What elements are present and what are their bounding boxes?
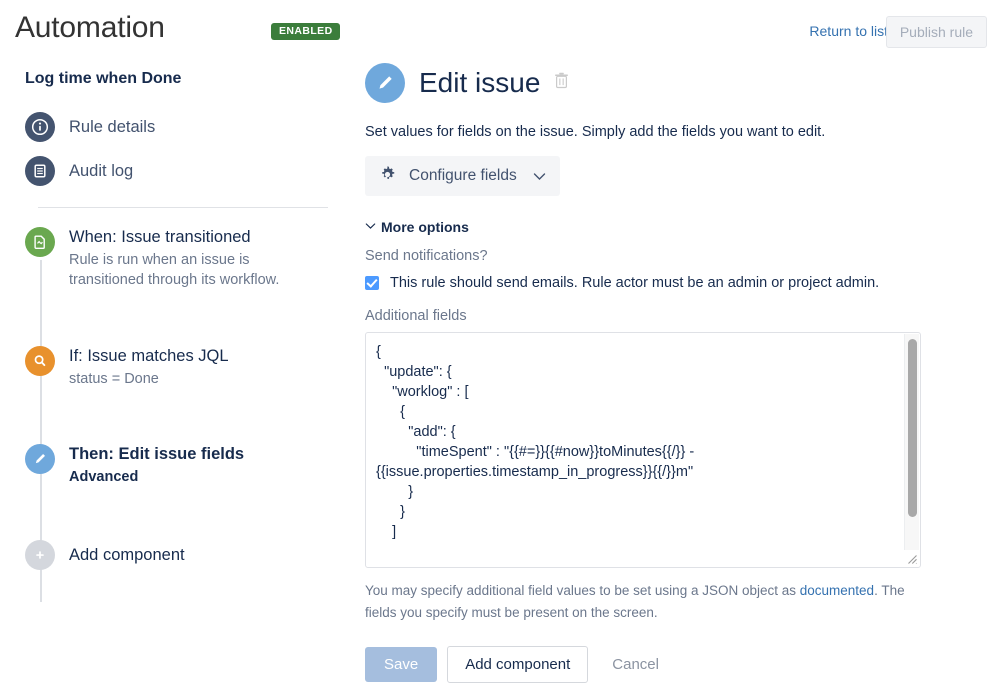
component-title: Then: Edit issue fields <box>69 445 245 463</box>
sidebar-divider <box>38 207 328 208</box>
page-header: Automation ENABLED Return to list Publis… <box>0 0 999 58</box>
trash-icon[interactable] <box>554 72 569 94</box>
configure-fields-label: Configure fields <box>409 167 517 184</box>
documented-link[interactable]: documented <box>800 583 874 598</box>
rule-component-trigger[interactable]: When: Issue transitioned Rule is run whe… <box>25 227 315 290</box>
additional-fields-help: You may specify additional field values … <box>365 580 917 624</box>
action-buttons: Save Add component Cancel <box>365 646 985 683</box>
plus-icon <box>25 540 55 570</box>
component-subtitle: Advanced <box>69 469 139 485</box>
send-emails-label: This rule should send emails. Rule actor… <box>390 275 880 291</box>
add-component-label: Add component <box>69 546 185 564</box>
send-emails-row[interactable]: This rule should send emails. Rule actor… <box>365 274 985 292</box>
panel-title: Edit issue <box>419 67 541 98</box>
sidebar-item-label: Audit log <box>69 161 134 180</box>
add-component-button[interactable]: Add component <box>447 646 589 683</box>
page-title: Automation <box>15 11 165 44</box>
additional-fields-textarea[interactable] <box>366 333 920 567</box>
rule-sidebar: Log time when Done Rule details Audit lo… <box>0 62 345 689</box>
resize-grip-icon[interactable] <box>904 551 918 565</box>
additional-fields-label: Additional fields <box>365 308 467 324</box>
chevron-down-icon <box>533 169 546 184</box>
info-icon <box>25 112 55 142</box>
gear-icon <box>378 165 397 187</box>
search-icon <box>25 346 55 376</box>
component-title: When: Issue transitioned <box>69 228 251 246</box>
publish-rule-button[interactable]: Publish rule <box>885 16 987 48</box>
rule-component-action[interactable]: Then: Edit issue fields Advanced <box>25 444 315 487</box>
component-title: If: Issue matches JQL <box>69 347 229 365</box>
chevron-down-icon <box>365 221 376 233</box>
send-emails-checkbox[interactable] <box>365 276 379 290</box>
save-button[interactable]: Save <box>365 647 438 682</box>
transition-icon <box>25 227 55 257</box>
sidebar-item-rule-details[interactable]: Rule details <box>25 112 155 142</box>
rule-name: Log time when Done <box>25 70 182 87</box>
more-options-label: More options <box>381 219 469 235</box>
pencil-icon <box>365 63 405 103</box>
more-options-toggle[interactable]: More options <box>365 219 985 235</box>
document-list-icon <box>25 156 55 186</box>
help-text-before: You may specify additional field values … <box>365 583 800 598</box>
cancel-button[interactable]: Cancel <box>606 655 665 674</box>
automation-rule-editor-page: Automation ENABLED Return to list Publis… <box>0 0 999 689</box>
sidebar-item-audit-log[interactable]: Audit log <box>25 156 133 186</box>
sidebar-item-label: Rule details <box>69 117 156 136</box>
textarea-scrollbar[interactable] <box>904 334 919 550</box>
panel-description: Set values for fields on the issue. Simp… <box>365 124 826 140</box>
rule-component-condition[interactable]: If: Issue matches JQL status = Done <box>25 346 315 389</box>
return-to-list-link[interactable]: Return to list <box>809 23 888 39</box>
additional-fields-container <box>365 332 921 568</box>
sidebar-add-component[interactable]: Add component <box>25 540 185 570</box>
status-badge: ENABLED <box>271 23 340 40</box>
scrollbar-thumb[interactable] <box>908 339 917 517</box>
edit-issue-panel: Edit issue Set values for fields on the … <box>365 62 985 683</box>
send-notifications-label: Send notifications? <box>365 248 488 264</box>
panel-header: Edit issue <box>365 62 985 104</box>
component-subtitle: status = Done <box>69 371 159 387</box>
component-subtitle: Rule is run when an issue is transitione… <box>69 252 280 288</box>
pencil-icon <box>25 444 55 474</box>
configure-fields-button[interactable]: Configure fields <box>365 156 560 196</box>
